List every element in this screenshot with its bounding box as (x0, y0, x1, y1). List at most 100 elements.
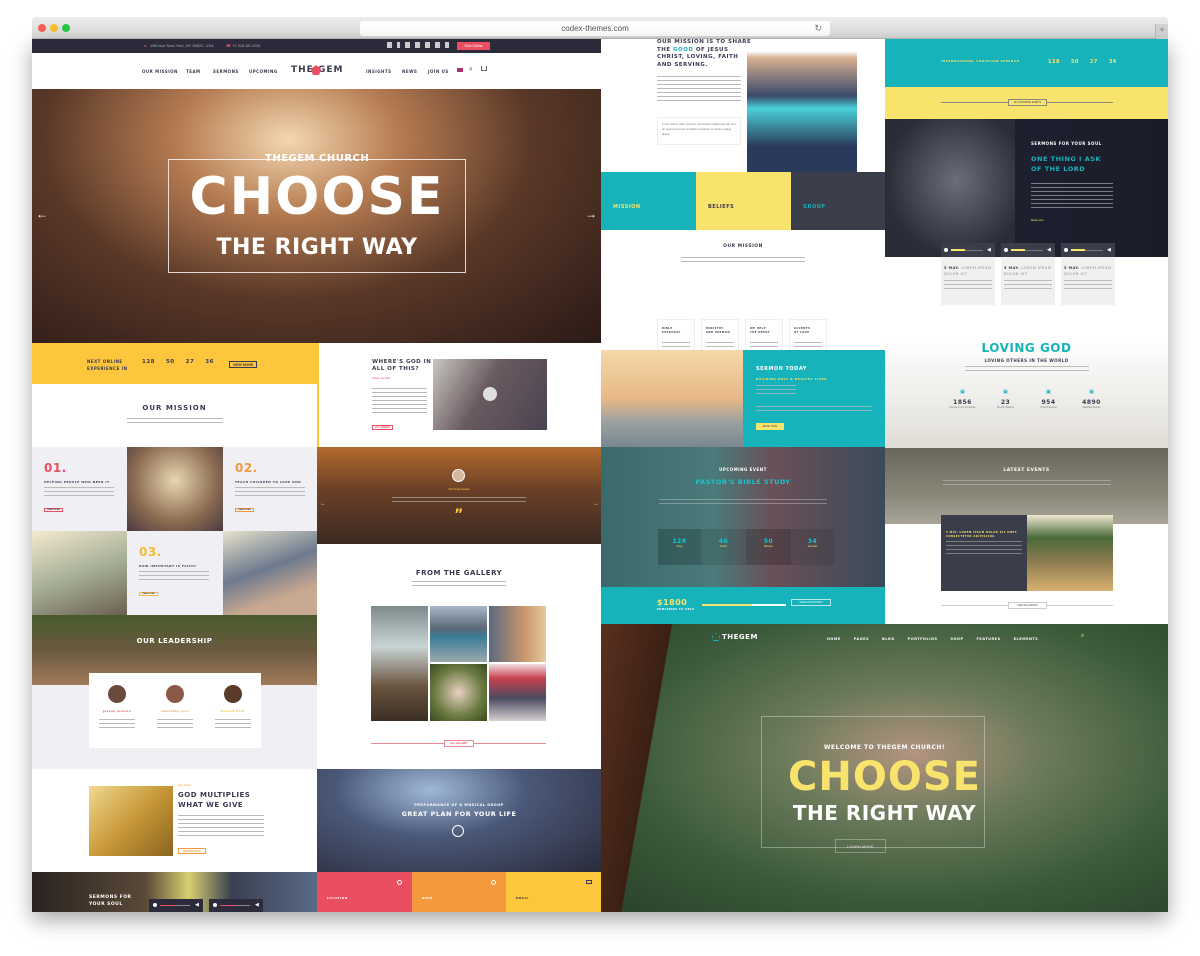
hero2-nav-item[interactable]: FEATURES (977, 637, 1001, 641)
stat-label: People in the Churches (949, 406, 976, 409)
instagram-icon[interactable] (425, 42, 430, 48)
volume-icon[interactable]: ◀ (1047, 247, 1051, 253)
social-icons (387, 42, 449, 48)
minimize-window-button[interactable] (50, 24, 58, 32)
hero-tagline: THE RIGHT WAY (216, 235, 418, 260)
leadership-title: OUR LEADERSHIP (136, 637, 213, 645)
nav-upcoming[interactable]: UPCOMING (249, 69, 278, 74)
card-read-more-3[interactable]: READ MORE (139, 592, 158, 596)
hero2-nav-item[interactable]: SHOP (951, 637, 964, 641)
language-flag-icon[interactable] (457, 68, 463, 72)
address-bar[interactable]: codex-themes.com ↻ (360, 21, 830, 36)
seminar-bar: INTERNATIONAL CHRISTIAN SEMINAR 128 50 27 3… (885, 39, 1168, 87)
play-icon[interactable] (452, 825, 464, 837)
sermon-today-subtitle: BUILDING HOLY & HEALTHY LIVES (756, 377, 827, 381)
twitter-icon[interactable] (387, 42, 392, 48)
maximize-window-button[interactable] (62, 24, 70, 32)
nav-team[interactable]: TEAM (186, 69, 201, 74)
google-plus-icon[interactable] (415, 42, 420, 48)
stat-item: ▣ 23 Church Pastors (984, 389, 1027, 409)
view-more-button[interactable]: VIEW MORE (229, 361, 257, 368)
nav-sermons[interactable]: SERMONS (213, 69, 239, 74)
book-now-button[interactable]: BOOK NOW (756, 423, 784, 430)
card-read-more-2[interactable]: READ MORE (235, 508, 254, 512)
concert-banner: PERFORMANCE OF A MUSICAL GROUP GREAT PLA… (317, 769, 601, 873)
new-tab-button[interactable]: + (1155, 24, 1168, 39)
sermons-strip: SERMONS FOR YOUR SOUL ◀ ◀ (32, 872, 317, 912)
audio-player[interactable]: ◀ (1001, 243, 1055, 257)
leader-name-3[interactable]: Everett Ross (213, 710, 253, 713)
audio-player[interactable]: ◀ (1061, 243, 1115, 257)
nav-insights[interactable]: INSIGHTS (366, 69, 391, 74)
all-gallery-button[interactable]: ALL GALLERY (444, 740, 474, 747)
hero2-nav-item[interactable]: PORTFOLIOS (908, 637, 938, 641)
tile-beliefs[interactable]: BELIEFS (696, 172, 791, 230)
audio-play-icon[interactable] (1004, 248, 1008, 252)
hero2-nav-item[interactable]: PAGES (854, 637, 869, 641)
hero2-nav-item[interactable]: BLOG (882, 637, 895, 641)
make-donation-button[interactable]: MAKE A DONATION (791, 599, 831, 606)
leader-bio-2 (157, 719, 193, 729)
audio-player[interactable]: ◀ (941, 243, 995, 257)
slider-prev-arrow[interactable]: ← (36, 207, 48, 221)
stat-item: ▣ 4890 Satisfied People (1070, 389, 1113, 409)
youtube-icon[interactable] (435, 42, 440, 48)
reload-icon[interactable]: ↻ (814, 21, 822, 36)
pinterest-icon[interactable] (445, 42, 449, 48)
slider-next-arrow[interactable]: → (585, 207, 597, 221)
man-profile-photo (885, 119, 1015, 257)
volume-icon[interactable]: ◀ (255, 902, 259, 908)
gallery-photo-3[interactable] (489, 606, 546, 662)
hero2-nav-item[interactable]: ELEMENTS (1014, 637, 1039, 641)
volume-icon[interactable]: ◀ (1107, 247, 1111, 253)
seminar-title: INTERNATIONAL CHRISTIAN SEMINAR (941, 59, 1020, 63)
audio-play-icon[interactable] (153, 903, 157, 907)
soul-read-more-link[interactable]: Read more (1031, 219, 1043, 222)
hero2-nav-item[interactable]: HOME (827, 637, 841, 641)
hero2-logo[interactable]: THEGEM (722, 633, 758, 641)
all-upcoming-events-button[interactable]: ALL UPCOMING EVENTS (1008, 99, 1047, 106)
gallery-photo-2[interactable] (430, 606, 487, 662)
learn-more-button[interactable]: LEARN MORE (835, 839, 886, 853)
stat-value: 1856 (953, 399, 972, 406)
card-number-1: 01. (44, 461, 67, 475)
sermon-card-title[interactable]: 5 MAY. LOREM IPSUM DOLOR SIT (1064, 265, 1112, 277)
nav-news[interactable]: NEWS (402, 69, 417, 74)
video-thumbnail[interactable] (433, 359, 547, 430)
sermon-card-title[interactable]: 5 MAY. LOREM IPSUM DOLOR SIT (1004, 265, 1052, 277)
gallery-photo-1[interactable] (371, 606, 428, 721)
volume-icon[interactable]: ◀ (987, 247, 991, 253)
testimonial-prev-arrow[interactable]: ← (320, 501, 326, 507)
card-text-3 (139, 571, 209, 583)
audio-play-icon[interactable] (944, 248, 948, 252)
donate-now-button[interactable]: DONATE NOW (178, 848, 206, 854)
gallery-photo-5[interactable] (489, 664, 546, 721)
audio-play-icon[interactable] (213, 903, 217, 907)
view-all-events-button[interactable]: VIEW ALL EVENTS (1008, 602, 1047, 609)
close-window-button[interactable] (38, 24, 46, 32)
card-read-more-1[interactable]: READ MORE (44, 508, 63, 512)
testimonial-next-arrow[interactable]: → (593, 501, 599, 507)
audio-play-icon[interactable] (1064, 248, 1068, 252)
facebook-icon[interactable] (397, 42, 400, 48)
volume-icon[interactable]: ◀ (195, 902, 199, 908)
give-online-button[interactable]: Give Online (457, 42, 490, 50)
leader-name-1[interactable]: Joseph Jackson (97, 710, 137, 713)
tile-mission[interactable]: MISSION (601, 172, 696, 230)
search-icon[interactable]: ⌕ (1081, 633, 1084, 640)
tile-group[interactable]: GROUP (791, 172, 885, 230)
search-icon[interactable]: ⌕ (469, 65, 473, 74)
nav-our-mission[interactable]: OUR MISSION (142, 69, 178, 74)
all-videos-button[interactable]: ALL VIDEOS (372, 425, 393, 430)
leader-name-2[interactable]: Samantha Lynn (155, 710, 195, 713)
mail-icon (586, 880, 592, 884)
audio-player-2[interactable]: ◀ (209, 899, 263, 912)
nav-join-us[interactable]: JOIN US (428, 69, 449, 74)
play-icon[interactable] (483, 387, 497, 401)
sermon-card-title[interactable]: 5 MAY. LOREM IPSUM DOLOR SIT (944, 265, 992, 277)
cart-icon[interactable] (481, 66, 487, 71)
audio-player-1[interactable]: ◀ (149, 899, 203, 912)
countdown-minutes: 27 (185, 359, 195, 365)
gallery-photo-4[interactable] (430, 664, 487, 721)
linkedin-icon[interactable] (405, 42, 410, 48)
